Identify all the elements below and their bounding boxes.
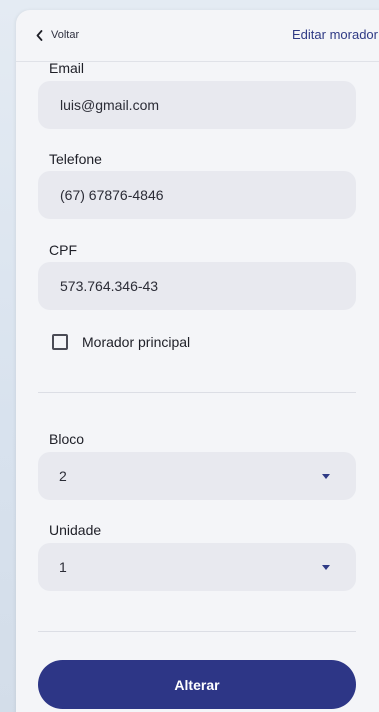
- email-label: Email: [49, 60, 85, 76]
- header-bar: Voltar Editar morador: [16, 10, 379, 62]
- back-button[interactable]: Voltar: [36, 27, 79, 43]
- caret-down-icon: [322, 474, 330, 479]
- main-resident-checkbox-row[interactable]: Morador principal: [52, 333, 190, 351]
- phone-field[interactable]: (67) 67876-4846: [38, 171, 356, 219]
- main-resident-label: Morador principal: [82, 334, 191, 350]
- main-resident-checkbox[interactable]: [52, 334, 68, 350]
- divider: [38, 392, 356, 393]
- edit-resident-screen: Voltar Editar morador Email luis@gmail.c…: [16, 10, 379, 712]
- unit-selected-value: 1: [59, 559, 67, 575]
- caret-down-icon: [322, 565, 330, 570]
- block-label: Bloco: [49, 431, 85, 447]
- unit-label: Unidade: [49, 522, 102, 538]
- chevron-left-icon: [36, 29, 43, 41]
- block-select[interactable]: 2: [38, 452, 356, 500]
- submit-button[interactable]: Alterar: [38, 660, 356, 709]
- back-label: Voltar: [51, 29, 80, 41]
- cpf-field[interactable]: 573.764.346-43: [38, 262, 356, 310]
- unit-select[interactable]: 1: [38, 543, 356, 591]
- block-selected-value: 2: [59, 468, 67, 484]
- cpf-label: CPF: [49, 242, 77, 258]
- phone-label: Telefone: [49, 151, 102, 167]
- page-title: Editar morador: [292, 27, 378, 42]
- email-field[interactable]: luis@gmail.com: [38, 81, 356, 129]
- divider: [38, 631, 356, 632]
